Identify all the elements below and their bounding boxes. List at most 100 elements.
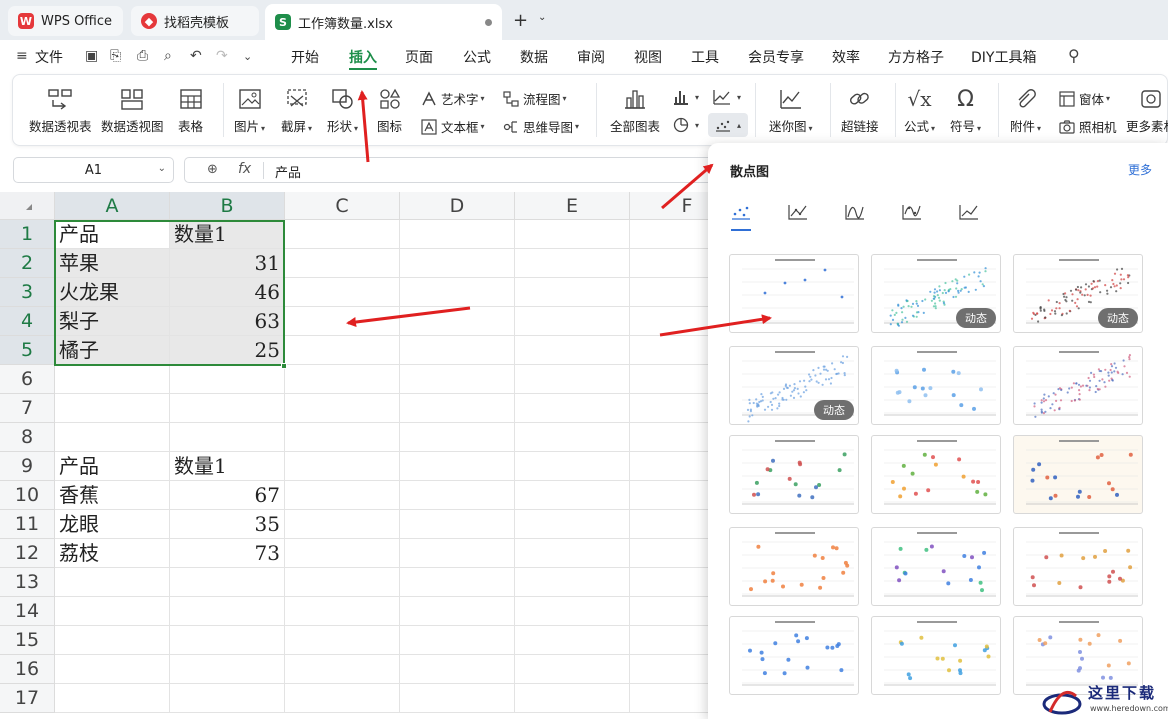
- cell-c7[interactable]: [285, 394, 400, 423]
- scatter-template-7[interactable]: [729, 435, 859, 514]
- cell-b10[interactable]: 67: [170, 481, 285, 510]
- form-button[interactable]: 窗体 ▾: [1059, 89, 1110, 108]
- tab-list-chevron-icon[interactable]: ⌄: [538, 12, 546, 23]
- tab-workbook[interactable]: S 工作簿数量.xlsx: [265, 4, 502, 40]
- scatter-template-3[interactable]: 动态: [1013, 254, 1143, 333]
- attachment-button[interactable]: 附件 ▾: [1010, 85, 1041, 135]
- cell-d10[interactable]: [400, 481, 515, 510]
- row-header-7[interactable]: 7: [0, 394, 55, 423]
- scatter-template-2[interactable]: 动态: [871, 254, 1001, 333]
- shape-button[interactable]: 形状 ▾: [327, 85, 358, 135]
- chevron-down-icon[interactable]: ⌄: [158, 163, 166, 174]
- cell-e3[interactable]: [515, 278, 630, 307]
- cell-c11[interactable]: [285, 510, 400, 539]
- column-header-e[interactable]: E: [515, 192, 630, 220]
- cell-a12[interactable]: 荔枝: [55, 539, 170, 568]
- cell-a11[interactable]: 龙眼: [55, 510, 170, 539]
- cell-b14[interactable]: [170, 597, 285, 626]
- picture-button[interactable]: 图片 ▾: [234, 85, 265, 135]
- cell-c4[interactable]: [285, 307, 400, 336]
- cell-b17[interactable]: [170, 684, 285, 713]
- pie-chart-button[interactable]: ▾: [673, 117, 699, 133]
- cell-e17[interactable]: [515, 684, 630, 713]
- pivot-chart-button[interactable]: 数据透视图: [101, 85, 164, 135]
- row-header-15[interactable]: 15: [0, 626, 55, 655]
- cell-a7[interactable]: [55, 394, 170, 423]
- cell-c10[interactable]: [285, 481, 400, 510]
- cell-c16[interactable]: [285, 655, 400, 684]
- fx-icon[interactable]: fx: [238, 161, 251, 177]
- cell-d13[interactable]: [400, 568, 515, 597]
- cell-e16[interactable]: [515, 655, 630, 684]
- smooth-marker-tab[interactable]: [900, 201, 924, 223]
- column-header-c[interactable]: C: [285, 192, 400, 220]
- menu-formula[interactable]: 公式: [463, 47, 491, 67]
- cell-d12[interactable]: [400, 539, 515, 568]
- print-preview-icon[interactable]: ⌕: [164, 48, 172, 64]
- icon-button[interactable]: 图标: [377, 85, 402, 135]
- row-header-3[interactable]: 3: [0, 278, 55, 307]
- cell-d7[interactable]: [400, 394, 515, 423]
- flowchart-button[interactable]: 流程图 ▾: [503, 89, 567, 108]
- cell-e7[interactable]: [515, 394, 630, 423]
- scatter-template-4[interactable]: 动态: [729, 346, 859, 425]
- cell-b15[interactable]: [170, 626, 285, 655]
- cell-e1[interactable]: [515, 220, 630, 249]
- cell-d15[interactable]: [400, 626, 515, 655]
- menu-review[interactable]: 审阅: [577, 47, 605, 67]
- column-header-d[interactable]: D: [400, 192, 515, 220]
- tab-close-icon[interactable]: [485, 19, 492, 26]
- cell-c3[interactable]: [285, 278, 400, 307]
- scatter-template-8[interactable]: [871, 435, 1001, 514]
- scatter-template-5[interactable]: [871, 346, 1001, 425]
- row-header-16[interactable]: 16: [0, 655, 55, 684]
- select-all-corner[interactable]: [0, 192, 55, 220]
- column-header-b[interactable]: B: [170, 192, 285, 220]
- table-button[interactable]: 表格: [178, 85, 203, 135]
- more-link[interactable]: 更多: [1128, 161, 1152, 178]
- scatter-template-10[interactable]: [729, 527, 859, 606]
- menu-page[interactable]: 页面: [405, 47, 433, 67]
- menu-data[interactable]: 数据: [520, 47, 548, 67]
- row-header-9[interactable]: 9: [0, 452, 55, 481]
- cell-d1[interactable]: [400, 220, 515, 249]
- cell-c5[interactable]: [285, 336, 400, 365]
- cell-d16[interactable]: [400, 655, 515, 684]
- search-icon[interactable]: ⚲: [1068, 46, 1080, 65]
- scatter-template-9[interactable]: [1013, 435, 1143, 514]
- cell-c14[interactable]: [285, 597, 400, 626]
- cell-e4[interactable]: [515, 307, 630, 336]
- customize-chevron-icon[interactable]: ⌄: [243, 50, 252, 63]
- hyperlink-button[interactable]: 超链接: [841, 85, 879, 135]
- mindmap-button[interactable]: 思维导图 ▾: [503, 117, 579, 136]
- scatter-chart-button[interactable]: ▴: [708, 113, 748, 137]
- cell-b6[interactable]: [170, 365, 285, 394]
- cell-d5[interactable]: [400, 336, 515, 365]
- cell-a10[interactable]: 香蕉: [55, 481, 170, 510]
- cell-c1[interactable]: [285, 220, 400, 249]
- cell-c2[interactable]: [285, 249, 400, 278]
- symbol-button[interactable]: Ω 符号 ▾: [950, 85, 981, 135]
- cell-b16[interactable]: [170, 655, 285, 684]
- zoom-icon[interactable]: ⊕: [207, 162, 218, 177]
- redo-icon[interactable]: ↷: [216, 48, 228, 64]
- cell-a14[interactable]: [55, 597, 170, 626]
- menu-member[interactable]: 会员专享: [748, 47, 804, 67]
- cell-d4[interactable]: [400, 307, 515, 336]
- column-chart-button[interactable]: ▾: [673, 89, 699, 105]
- camera-button[interactable]: 照相机: [1059, 117, 1117, 136]
- save-icon[interactable]: ▣: [85, 48, 98, 64]
- cell-c15[interactable]: [285, 626, 400, 655]
- name-box[interactable]: A1 ⌄: [13, 157, 174, 183]
- scatter-template-12[interactable]: [1013, 527, 1143, 606]
- cell-e6[interactable]: [515, 365, 630, 394]
- cell-b12[interactable]: 73: [170, 539, 285, 568]
- cell-a13[interactable]: [55, 568, 170, 597]
- cell-e12[interactable]: [515, 539, 630, 568]
- menu-tools[interactable]: 工具: [691, 47, 719, 67]
- cell-a9[interactable]: 产品: [55, 452, 170, 481]
- cell-b8[interactable]: [170, 423, 285, 452]
- wordart-button[interactable]: 艺术字 ▾: [421, 89, 485, 108]
- pivot-table-button[interactable]: 数据透视表: [29, 85, 92, 135]
- cell-c13[interactable]: [285, 568, 400, 597]
